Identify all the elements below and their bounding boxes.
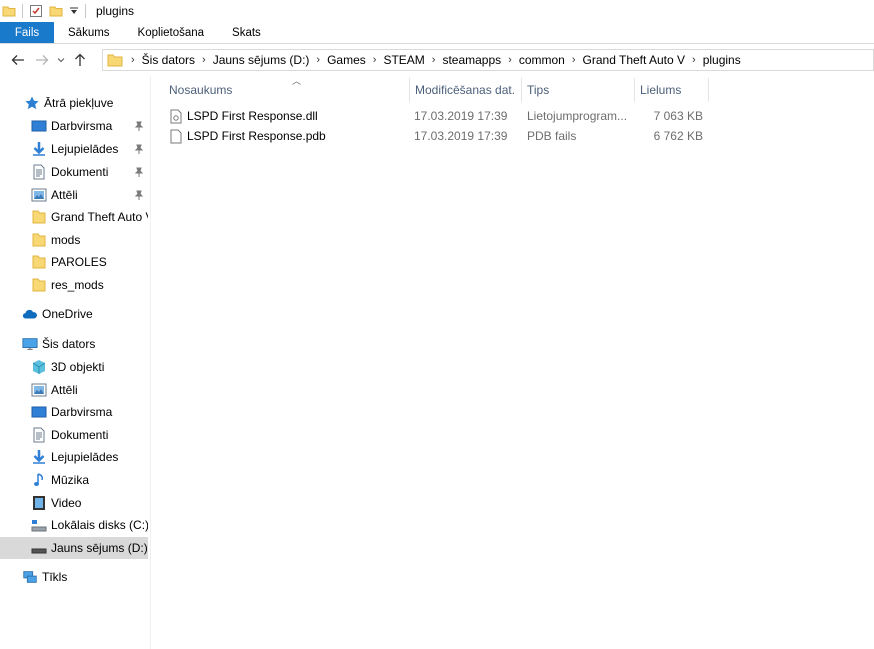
pin-icon[interactable]	[134, 166, 144, 180]
nav-pc-downloads[interactable]: Lejupielādes	[0, 446, 148, 468]
folder-icon	[2, 0, 16, 22]
desktop-icon	[31, 404, 47, 420]
nav-pc-documents[interactable]: Dokumenti	[0, 424, 148, 446]
back-button[interactable]	[6, 48, 30, 72]
forward-button[interactable]	[30, 48, 54, 72]
window-title: plugins	[96, 4, 135, 18]
folder-icon	[31, 254, 47, 270]
file-list: Nosaukums ︿ Modificēšanas dat. Tips Liel…	[151, 76, 874, 649]
pin-icon[interactable]	[134, 189, 144, 203]
file-type: PDB fails	[527, 129, 577, 143]
nav-quick-access[interactable]: Ātrā piekļuve	[0, 92, 148, 114]
file-size: 7 063 KB	[653, 109, 703, 123]
music-icon	[31, 472, 47, 488]
nav-pinned-desktop[interactable]: Darbvirsma	[0, 115, 148, 137]
drive-icon	[31, 540, 47, 556]
pictures-icon	[31, 187, 47, 203]
nav-network[interactable]: Tīkls	[0, 566, 148, 588]
file-size: 6 762 KB	[653, 129, 703, 143]
tab-share[interactable]: Koplietošana	[124, 22, 219, 43]
cloud-icon	[22, 306, 38, 322]
download-icon	[31, 141, 47, 157]
document-icon	[31, 164, 47, 180]
nav-label: Ātrā piekļuve	[44, 96, 114, 110]
address-bar[interactable]: › Šis dators › Jauns sējums (D:) › Games…	[102, 49, 874, 71]
nav-pc-video[interactable]: Video	[0, 492, 148, 514]
dll-file-icon	[170, 109, 182, 124]
column-header-name[interactable]: Nosaukums ︿	[164, 76, 410, 102]
nav-recent-paroles[interactable]: PAROLES	[0, 251, 148, 273]
up-button[interactable]	[68, 48, 92, 72]
nav-pc-drive-d[interactable]: Jauns sējums (D:)	[0, 537, 148, 559]
nav-recent-res-mods[interactable]: res_mods	[0, 274, 148, 296]
sort-ascending-icon: ︿	[292, 76, 302, 86]
breadcrumb-plugins[interactable]: plugins	[700, 53, 744, 67]
file-modified: 17.03.2019 17:39	[414, 109, 508, 123]
nav-this-pc[interactable]: Šis dators	[0, 333, 148, 355]
nav-pc-pictures[interactable]: Attēli	[0, 379, 148, 401]
folder-icon	[31, 209, 47, 225]
folder-icon	[107, 53, 123, 67]
tab-view[interactable]: Skats	[218, 22, 275, 43]
breadcrumb-common[interactable]: common	[516, 53, 568, 67]
breadcrumb-games[interactable]: Games	[324, 53, 369, 67]
nav-pc-3d-objects[interactable]: 3D objekti	[0, 356, 148, 378]
computer-icon	[22, 336, 38, 352]
download-icon	[31, 449, 47, 465]
properties-icon[interactable]	[29, 0, 43, 22]
arrow-up-icon	[75, 53, 85, 66]
title-bar: plugins	[0, 0, 874, 22]
video-icon	[31, 495, 47, 511]
nav-pinned-pictures[interactable]: Attēli	[0, 184, 148, 206]
document-icon	[31, 427, 47, 443]
star-icon	[24, 95, 40, 111]
recent-locations-button[interactable]	[54, 48, 68, 72]
3d-objects-icon	[31, 359, 47, 375]
nav-pinned-downloads[interactable]: Lejupielādes	[0, 138, 148, 160]
table-row[interactable]: LSPD First Response.dll 17.03.2019 17:39…	[165, 106, 713, 126]
navigation-pane: Ātrā piekļuve Darbvirsma Lejupielādes Do…	[0, 88, 150, 649]
new-folder-icon[interactable]	[49, 0, 63, 22]
breadcrumb-separator[interactable]: ›	[127, 54, 139, 66]
nav-pc-drive-c[interactable]: Lokālais disks (C:)	[0, 514, 148, 536]
arrow-right-icon	[36, 55, 49, 65]
arrow-left-icon	[11, 55, 24, 65]
table-row[interactable]: LSPD First Response.pdb 17.03.2019 17:39…	[165, 126, 713, 146]
nav-recent-mods[interactable]: mods	[0, 229, 148, 251]
chevron-down-icon	[57, 58, 65, 63]
network-icon	[22, 569, 38, 585]
desktop-icon	[31, 118, 47, 134]
navigation-bar: › Šis dators › Jauns sējums (D:) › Games…	[0, 44, 874, 76]
nav-pc-desktop[interactable]: Darbvirsma	[0, 401, 148, 423]
system-drive-icon	[31, 517, 47, 533]
breadcrumb-gta-v[interactable]: Grand Theft Auto V	[580, 53, 689, 67]
breadcrumb-steamapps[interactable]: steamapps	[439, 53, 504, 67]
pin-icon[interactable]	[134, 143, 144, 157]
file-type: Lietojumprogram...	[527, 109, 628, 123]
tab-home[interactable]: Sākums	[54, 22, 124, 43]
file-name: LSPD First Response.dll	[187, 109, 318, 123]
column-header-size[interactable]: Lielums	[635, 78, 709, 102]
folder-icon	[31, 277, 47, 293]
ribbon-tabs: Fails Sākums Koplietošana Skats	[0, 22, 874, 44]
file-modified: 17.03.2019 17:39	[414, 129, 508, 143]
customize-toolbar-icon[interactable]	[69, 0, 79, 22]
breadcrumb-this-pc[interactable]: Šis dators	[139, 53, 198, 67]
breadcrumb-drive-d[interactable]: Jauns sējums (D:)	[210, 53, 313, 67]
breadcrumb-steam[interactable]: STEAM	[380, 53, 427, 67]
file-icon	[170, 129, 182, 144]
nav-onedrive[interactable]: OneDrive	[0, 303, 148, 325]
column-header-type[interactable]: Tips	[522, 78, 635, 102]
pin-icon[interactable]	[134, 120, 144, 134]
folder-icon	[31, 232, 47, 248]
column-header-modified[interactable]: Modificēšanas dat.	[410, 78, 522, 102]
nav-pinned-documents[interactable]: Dokumenti	[0, 161, 148, 183]
nav-recent-gta-v[interactable]: Grand Theft Auto V	[0, 206, 148, 228]
file-name: LSPD First Response.pdb	[187, 129, 326, 143]
pictures-icon	[31, 382, 47, 398]
nav-pc-music[interactable]: Mūzika	[0, 469, 148, 491]
tab-file[interactable]: Fails	[0, 22, 54, 43]
